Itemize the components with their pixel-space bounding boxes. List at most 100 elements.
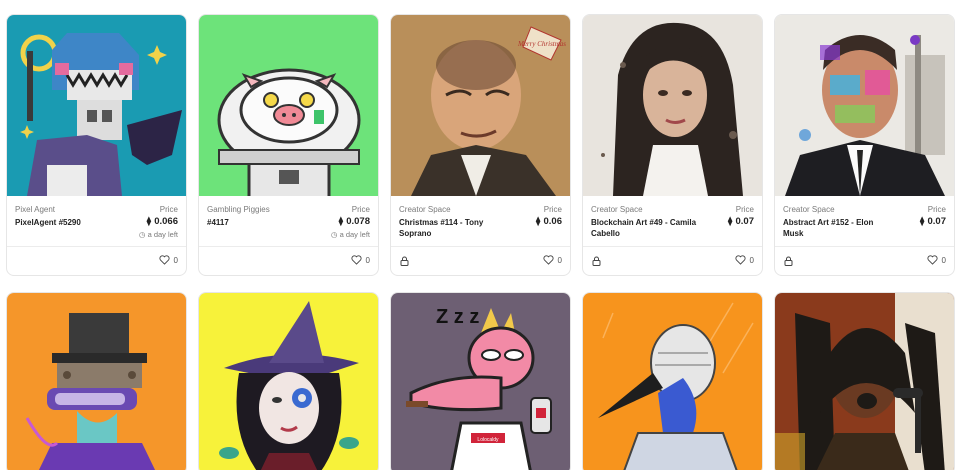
nft-image[interactable]: [775, 15, 954, 196]
nft-name[interactable]: Christmas #114 - Tony Soprano: [399, 217, 509, 239]
like-count: 0: [365, 255, 370, 265]
price-value: 0.066: [154, 216, 178, 227]
nft-row: Pixel Agent Price PixelAgent #5290 ⧫ 0.06…: [6, 14, 956, 276]
art-caption: Merry Christmas: [517, 40, 566, 48]
ethereum-icon: ⧫: [727, 216, 733, 227]
nft-card[interactable]: [774, 292, 955, 470]
like-button[interactable]: 0: [159, 255, 178, 265]
ethereum-icon: ⧫: [919, 216, 925, 227]
nft-name[interactable]: Abstract Art #152 - Elon Musk: [783, 217, 893, 239]
like-button[interactable]: 0: [927, 255, 946, 265]
top-hat-robot-art: [7, 293, 186, 470]
nft-image[interactable]: [199, 15, 378, 196]
nft-price: ⧫ 0.066: [147, 216, 178, 227]
nft-image[interactable]: [775, 293, 954, 470]
heart-icon: [927, 255, 938, 265]
nft-footer: 0: [583, 246, 762, 275]
nft-row: Z z z Lolocaldy: [6, 292, 956, 470]
nft-footer: 0: [775, 246, 954, 275]
pixel-agent-art: [7, 15, 186, 196]
lock-icon: [592, 256, 601, 266]
lock-icon: [784, 256, 793, 266]
price-label: Price: [351, 205, 370, 214]
like-button[interactable]: 0: [735, 255, 754, 265]
heart-icon: [351, 255, 362, 265]
nft-price: ⧫ 0.06: [536, 216, 562, 227]
nft-card[interactable]: [6, 292, 187, 470]
nft-info: Creator Space Price Christmas #114 - Ton…: [391, 196, 570, 246]
witch-art: [199, 293, 378, 470]
nft-footer: 0: [7, 246, 186, 275]
price-label: Price: [159, 205, 178, 214]
heart-icon: [735, 255, 746, 265]
nft-card[interactable]: [198, 292, 379, 470]
like-count: 0: [557, 255, 562, 265]
tony-soprano-art: Merry Christmas: [391, 15, 570, 196]
nft-info: Creator Space Price Abstract Art #152 - …: [775, 196, 954, 246]
time-left-text: a day left: [147, 230, 178, 239]
nft-card[interactable]: Creator Space Price Abstract Art #152 - …: [774, 14, 955, 276]
collection-name[interactable]: Creator Space: [399, 205, 562, 214]
nft-image[interactable]: [199, 293, 378, 470]
nft-card[interactable]: Gambling Piggies Price #4117 ⧫ 0.078 ◷ a …: [198, 14, 379, 276]
heart-icon: [543, 255, 554, 265]
camila-cabello-art: [583, 15, 762, 196]
price-value: 0.06: [543, 216, 563, 227]
price-label: Price: [543, 205, 562, 214]
gambling-piggy-art: [199, 15, 378, 196]
nft-card[interactable]: Z z z Lolocaldy: [390, 292, 571, 470]
nft-card[interactable]: Creator Space Price Blockchain Art #49 -…: [582, 14, 763, 276]
like-button[interactable]: 0: [351, 255, 370, 265]
nft-name[interactable]: Blockchain Art #49 - Camila Cabello: [591, 217, 701, 239]
price-label: Price: [927, 205, 946, 214]
like-count: 0: [173, 255, 178, 265]
sleepy-dino-art: Z z z Lolocaldy: [391, 293, 570, 470]
heart-icon: [159, 255, 170, 265]
ethereum-icon: ⧫: [338, 216, 344, 227]
nft-card[interactable]: Merry Christmas Creator Space Price Chri…: [390, 14, 571, 276]
nft-footer: 0: [391, 246, 570, 275]
nft-card[interactable]: [582, 292, 763, 470]
nft-image[interactable]: [7, 293, 186, 470]
nft-image[interactable]: [583, 293, 762, 470]
price-value: 0.07: [927, 216, 947, 227]
nft-info: Creator Space Price Blockchain Art #49 -…: [583, 196, 762, 246]
price-label: Price: [735, 205, 754, 214]
nft-info: Gambling Piggies Price #4117 ⧫ 0.078 ◷ a …: [199, 196, 378, 246]
nft-image[interactable]: Merry Christmas: [391, 15, 570, 196]
nft-name[interactable]: #4117: [207, 217, 317, 228]
collection-name[interactable]: Pixel Agent: [15, 205, 178, 214]
bob-marley-art: [775, 293, 954, 470]
collection-name[interactable]: Creator Space: [591, 205, 754, 214]
nft-card[interactable]: Pixel Agent Price PixelAgent #5290 ⧫ 0.06…: [6, 14, 187, 276]
clock-icon: ◷: [138, 230, 146, 239]
nft-price: ⧫ 0.07: [920, 216, 946, 227]
nft-footer: 0: [199, 246, 378, 275]
nft-price: ⧫ 0.07: [728, 216, 754, 227]
nft-price: ⧫ 0.078: [339, 216, 370, 227]
time-left: ◷ a day left: [331, 230, 370, 239]
plague-doctor-art: [583, 293, 762, 470]
nft-info: Pixel Agent Price PixelAgent #5290 ⧫ 0.06…: [7, 196, 186, 246]
nft-image[interactable]: Z z z Lolocaldy: [391, 293, 570, 470]
price-value: 0.078: [346, 216, 370, 227]
like-count: 0: [749, 255, 754, 265]
collection-name[interactable]: Gambling Piggies: [207, 205, 370, 214]
lock-icon: [400, 256, 409, 266]
collection-name[interactable]: Creator Space: [783, 205, 946, 214]
like-button[interactable]: 0: [543, 255, 562, 265]
ethereum-icon: ⧫: [535, 216, 541, 227]
shirt-logo: Lolocaldy: [477, 437, 499, 443]
time-left-text: a day left: [339, 230, 370, 239]
clock-icon: ◷: [330, 230, 338, 239]
price-value: 0.07: [735, 216, 755, 227]
nft-grid: Pixel Agent Price PixelAgent #5290 ⧫ 0.06…: [6, 14, 956, 470]
nft-name[interactable]: PixelAgent #5290: [15, 217, 125, 228]
time-left: ◷ a day left: [139, 230, 178, 239]
elon-musk-art: [775, 15, 954, 196]
like-count: 0: [941, 255, 946, 265]
ethereum-icon: ⧫: [146, 216, 152, 227]
nft-image[interactable]: [583, 15, 762, 196]
nft-image[interactable]: [7, 15, 186, 196]
art-caption: Z z z: [436, 306, 479, 328]
